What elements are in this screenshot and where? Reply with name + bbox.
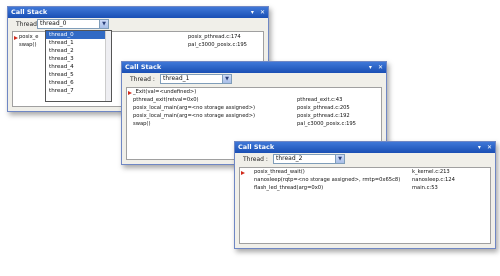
dropdown-scrollbar[interactable] <box>105 31 111 101</box>
current-frame-arrow-icon <box>241 171 245 175</box>
stack-frame-function[interactable]: nanosleep(rqtp=<no storage assigned>, rm… <box>254 177 400 183</box>
chevron-down-icon[interactable]: ▼ <box>99 20 108 28</box>
call-stack-list: posix_thread_wait() k_kernel.c:213 nanos… <box>239 167 491 244</box>
stack-frame-location: main.c:53 <box>412 185 438 191</box>
thread-select-value: thread_0 <box>40 20 67 27</box>
thread-option[interactable]: thread_4 <box>46 63 111 71</box>
stack-frame-location: posix_pthread.c:192 <box>297 113 350 119</box>
thread-select-value: thread_1 <box>163 75 190 82</box>
thread-label: Thread : <box>130 76 155 83</box>
stack-frame-location: posix_pthread.c:174 <box>188 34 241 40</box>
window-titlebar[interactable]: Call Stack ▾ ✕ <box>8 7 268 18</box>
current-frame-arrow-icon <box>128 91 132 95</box>
stack-frame-function[interactable]: posix_e <box>19 34 38 40</box>
thread-option[interactable]: thread_3 <box>46 55 111 63</box>
stack-frame-function[interactable]: pthread_exit(retval=0x0) <box>133 97 199 103</box>
thread-select[interactable]: thread_0 ▼ <box>37 19 109 29</box>
stack-frame-function[interactable]: posix_local_main(arg=<no storage assigne… <box>133 105 255 111</box>
thread-option[interactable]: thread_2 <box>46 47 111 55</box>
window-title: Call Stack <box>238 143 275 151</box>
pin-icon[interactable]: ▾ <box>369 62 372 73</box>
thread-option[interactable]: thread_1 <box>46 39 111 47</box>
thread-option[interactable]: thread_5 <box>46 71 111 79</box>
close-icon[interactable]: ✕ <box>487 142 492 153</box>
thread-toolbar: Thread : thread_2 ▼ <box>235 153 495 166</box>
call-stack-window-3: Call Stack ▾ ✕ Thread : thread_2 ▼ posix… <box>234 141 496 249</box>
thread-select[interactable]: thread_2 ▼ <box>273 154 345 164</box>
close-icon[interactable]: ✕ <box>378 62 383 73</box>
window-title: Call Stack <box>11 8 48 16</box>
stack-frame-function[interactable]: posix_local_main(arg=<no storage assigne… <box>133 113 255 119</box>
current-frame-arrow-icon <box>14 36 18 40</box>
chevron-down-icon[interactable]: ▼ <box>335 155 344 163</box>
stack-frame-location: pthread_exit.c:43 <box>297 97 343 103</box>
stack-frame-location: posix_pthread.c:205 <box>297 105 350 111</box>
window-titlebar[interactable]: Call Stack ▾ ✕ <box>235 142 495 153</box>
pin-icon[interactable]: ▾ <box>478 142 481 153</box>
stack-frame-function[interactable]: _Exit(val=<undefined>) <box>133 89 196 95</box>
stack-frame-location: pal_c3000_posix.c:195 <box>297 121 356 127</box>
thread-select-value: thread_2 <box>276 155 303 162</box>
pin-icon[interactable]: ▾ <box>251 7 254 18</box>
stack-frame-function[interactable]: flash_led_thread(arg=0x0) <box>254 185 323 191</box>
thread-option[interactable]: thread_7 <box>46 87 111 95</box>
window-title: Call Stack <box>125 63 162 71</box>
close-icon[interactable]: ✕ <box>260 7 265 18</box>
stack-frame-function[interactable]: posix_thread_wait() <box>254 169 305 175</box>
stack-frame-location: nanosleep.c:124 <box>412 177 455 183</box>
stack-frame-location: pal_c3000_posix.c:195 <box>188 42 247 48</box>
thread-toolbar: Thread : thread_1 ▼ <box>122 73 386 86</box>
thread-dropdown-list[interactable]: thread_0 thread_1 thread_2 thread_3 thre… <box>45 30 112 102</box>
thread-label: Thread : <box>243 156 268 163</box>
stack-frame-function[interactable]: swap() <box>133 121 150 127</box>
thread-select[interactable]: thread_1 ▼ <box>160 74 232 84</box>
thread-option[interactable]: thread_0 <box>46 31 111 39</box>
chevron-down-icon[interactable]: ▼ <box>222 75 231 83</box>
stack-frame-function[interactable]: swap() <box>19 42 36 48</box>
thread-option[interactable]: thread_6 <box>46 79 111 87</box>
window-titlebar[interactable]: Call Stack ▾ ✕ <box>122 62 386 73</box>
stack-frame-location: k_kernel.c:213 <box>412 169 450 175</box>
